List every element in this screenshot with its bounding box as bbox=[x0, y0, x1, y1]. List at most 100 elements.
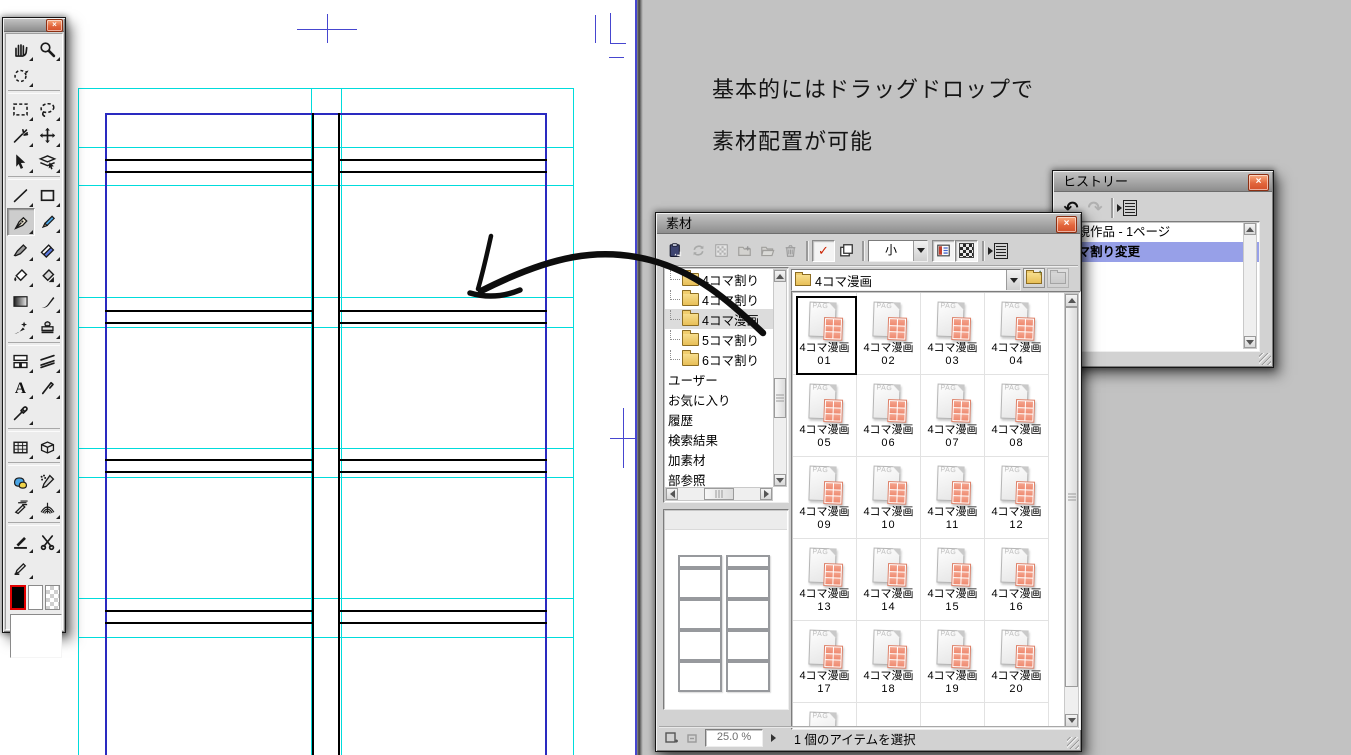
scroll-right-button[interactable] bbox=[760, 488, 772, 500]
close-icon[interactable]: × bbox=[1056, 216, 1077, 233]
folder-new-button[interactable] bbox=[1047, 268, 1069, 288]
resize-grip[interactable] bbox=[1067, 737, 1079, 749]
tree-item[interactable]: 加素材 bbox=[665, 449, 773, 469]
material-item[interactable]: PAG 4コマ漫画 20 bbox=[985, 621, 1049, 703]
material-item[interactable]: PAG 4コマ漫画 19 bbox=[921, 621, 985, 703]
scroll-down-button[interactable] bbox=[1065, 714, 1078, 727]
brush-tool[interactable] bbox=[34, 288, 61, 314]
dropdown-arrow-icon[interactable] bbox=[913, 240, 927, 261]
materials-window[interactable]: 素材 × ✓ 小 4コマ割り 4コマ割り 4コマ漫画 5コマ割り 6コマ割り ユーザー お気に… bbox=[655, 212, 1082, 752]
material-grid[interactable]: PAG 4コマ漫画 01 PAG 4コマ漫画 02 PAG 4コマ漫画 03 PAG 4コマ漫画 04… bbox=[791, 291, 1081, 730]
material-item[interactable] bbox=[857, 703, 921, 728]
tree-vertical-scrollbar[interactable] bbox=[773, 269, 787, 487]
rectangle-tool[interactable] bbox=[34, 182, 61, 208]
material-item[interactable]: PAG 4コマ漫画 09 bbox=[793, 457, 857, 539]
material-item[interactable]: PAG 4コマ漫画 01 bbox=[793, 293, 857, 375]
tree-item[interactable]: 4コマ割り bbox=[665, 269, 773, 289]
folder-up-button[interactable]: ↑ bbox=[1023, 268, 1045, 288]
checker-view-toggle[interactable] bbox=[955, 239, 978, 262]
rotate-tool[interactable] bbox=[7, 62, 34, 88]
tree-item[interactable]: 4コマ割り bbox=[665, 289, 773, 309]
material-item[interactable]: PAG 4コマ漫画 11 bbox=[921, 457, 985, 539]
panel-menu-icon[interactable] bbox=[988, 242, 1008, 259]
show-check-toggle[interactable]: ✓ bbox=[812, 239, 835, 262]
history-entry[interactable]: コマ割り変更 bbox=[1061, 242, 1259, 262]
page-canvas[interactable] bbox=[0, 0, 637, 755]
zoom-tool[interactable] bbox=[34, 36, 61, 62]
duplicate-window-button[interactable] bbox=[835, 240, 858, 262]
materials-titlebar[interactable]: 素材 bbox=[657, 214, 1080, 234]
register-thumbnail-button[interactable] bbox=[663, 731, 680, 746]
remove-thumbnail-button[interactable] bbox=[684, 731, 701, 746]
transparent-color-swatch[interactable] bbox=[44, 585, 60, 610]
table-tool[interactable] bbox=[7, 434, 34, 460]
thumbnail-size-select[interactable]: 小 bbox=[868, 239, 928, 262]
history-list[interactable]: 新規作品 - 1ページ コマ割り変更 bbox=[1060, 221, 1260, 352]
dropdown-arrow-icon[interactable] bbox=[1006, 270, 1020, 290]
tree-item[interactable]: お気に入り bbox=[665, 389, 773, 409]
line-tool[interactable] bbox=[7, 182, 34, 208]
mesh-tool[interactable] bbox=[34, 494, 61, 520]
material-item[interactable] bbox=[921, 703, 985, 728]
lasso-tool[interactable] bbox=[34, 96, 61, 122]
color-blend-tool[interactable] bbox=[7, 468, 34, 494]
history-scrollbar[interactable] bbox=[1243, 222, 1257, 349]
panel-menu-icon[interactable] bbox=[1117, 200, 1137, 216]
material-item[interactable]: PAG 4コマ漫画 04 bbox=[985, 293, 1049, 375]
line-marker-tool[interactable] bbox=[7, 528, 34, 554]
cube-tool[interactable] bbox=[34, 434, 61, 460]
pattern-fill-tool[interactable] bbox=[34, 262, 61, 288]
pencil-tool[interactable] bbox=[35, 208, 61, 234]
list-view-toggle[interactable] bbox=[932, 239, 955, 262]
material-item[interactable] bbox=[985, 703, 1049, 728]
folder-path-select[interactable]: 4コマ漫画 bbox=[791, 269, 1021, 291]
tree-item[interactable]: ユーザー bbox=[665, 369, 773, 389]
object-select-tool[interactable] bbox=[7, 148, 34, 174]
resize-grip[interactable] bbox=[1259, 353, 1271, 365]
eraser-tool[interactable] bbox=[34, 236, 61, 262]
stamp-tool[interactable] bbox=[34, 314, 61, 340]
text-tool[interactable]: A bbox=[7, 374, 34, 400]
tree-item[interactable]: 4コマ漫画 bbox=[665, 309, 773, 329]
material-item[interactable]: PAG 4コマ漫画 05 bbox=[793, 375, 857, 457]
scissors-tool[interactable] bbox=[34, 528, 61, 554]
scrollbar-thumb[interactable] bbox=[704, 488, 734, 500]
scroll-up-button[interactable] bbox=[774, 270, 786, 282]
scroll-down-button[interactable] bbox=[1244, 336, 1256, 348]
move-tool[interactable] bbox=[34, 122, 61, 148]
scroll-up-button[interactable] bbox=[1065, 294, 1078, 307]
delete-trash-button[interactable] bbox=[779, 240, 802, 262]
tool-palette[interactable]: × A bbox=[2, 17, 66, 658]
folder-tree[interactable]: 4コマ割り 4コマ割り 4コマ漫画 5コマ割り 6コマ割り ユーザー お気に入り 履歴 検索結果… bbox=[663, 267, 789, 503]
zoom-level-field[interactable]: 25.0 % bbox=[705, 729, 763, 747]
tree-item[interactable]: 6コマ割り bbox=[665, 349, 773, 369]
grid-scrollbar[interactable] bbox=[1064, 293, 1079, 728]
scrollbar-thumb[interactable] bbox=[774, 378, 786, 418]
material-item[interactable]: PAG 4コマ漫画 08 bbox=[985, 375, 1049, 457]
close-icon[interactable]: × bbox=[1248, 174, 1269, 191]
magic-wand-tool[interactable] bbox=[7, 122, 34, 148]
refresh-button[interactable] bbox=[687, 240, 710, 262]
tree-item[interactable]: 5コマ割り bbox=[665, 329, 773, 349]
fill-tool[interactable] bbox=[7, 262, 34, 288]
material-item[interactable]: PAG 4コマ漫画 07 bbox=[921, 375, 985, 457]
material-item[interactable]: PAG 4コマ漫画 14 bbox=[857, 539, 921, 621]
scroll-left-button[interactable] bbox=[666, 488, 678, 500]
panel-cut-tool[interactable] bbox=[7, 348, 34, 374]
history-window[interactable]: ヒストリー × ↶ ↷ 新規作品 - 1ページ コマ割り変更 bbox=[1052, 170, 1274, 368]
material-item[interactable]: PAG 4コマ漫画 18 bbox=[857, 621, 921, 703]
gradient-tool[interactable] bbox=[7, 288, 34, 314]
black-color-swatch[interactable] bbox=[10, 585, 26, 610]
material-item[interactable]: PAG 4コマ漫画 06 bbox=[857, 375, 921, 457]
tree-item[interactable]: 履歴 bbox=[665, 409, 773, 429]
airbrush-tool[interactable] bbox=[34, 468, 61, 494]
scroll-up-button[interactable] bbox=[1244, 223, 1256, 235]
scroll-down-button[interactable] bbox=[774, 474, 786, 486]
hand-tool[interactable] bbox=[7, 36, 34, 62]
tree-item[interactable]: 検索結果 bbox=[665, 429, 773, 449]
material-item[interactable]: PAG 4コマ漫画 10 bbox=[857, 457, 921, 539]
calligraphy-pen-tool[interactable] bbox=[34, 374, 61, 400]
close-icon[interactable]: × bbox=[46, 19, 63, 32]
panel-shear-tool[interactable] bbox=[34, 348, 61, 374]
material-item[interactable]: PAG 4コマ漫画 15 bbox=[921, 539, 985, 621]
